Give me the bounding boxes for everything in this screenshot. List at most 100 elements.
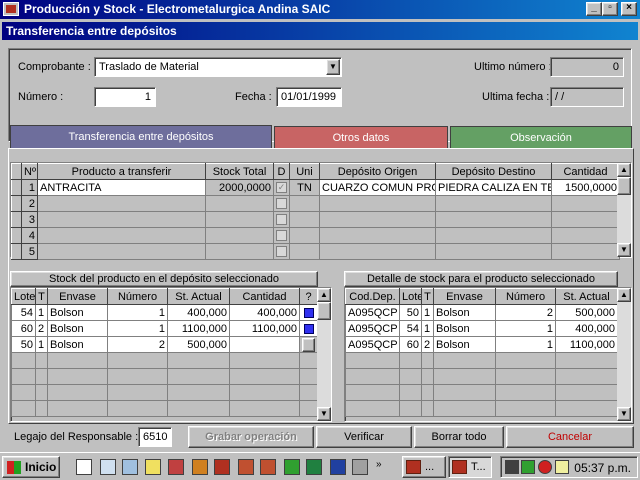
start-button[interactable]: Inicio	[2, 456, 60, 478]
cantidad-cell[interactable]: 1100,000	[229, 320, 300, 337]
col-question[interactable]: ?	[299, 288, 318, 305]
producto-cell[interactable]	[37, 243, 206, 260]
cantidad-cell[interactable]: 400,000	[229, 304, 300, 321]
minimize-button[interactable]: _	[586, 2, 602, 16]
table-row[interactable]: 54 1 Bolson 1 400,000 400,000	[11, 304, 318, 321]
legajo-input[interactable]: 6510	[138, 427, 172, 447]
producto-cell[interactable]: ANTRACITA	[37, 179, 206, 196]
verificar-button[interactable]: Verificar	[316, 426, 412, 448]
origen-cell[interactable]: CUARZO COMUN PRO	[319, 179, 436, 196]
col-producto[interactable]: Producto a transferir	[37, 163, 206, 180]
selected-indicator-icon[interactable]	[303, 307, 314, 318]
globe-icon[interactable]	[100, 459, 116, 475]
tab-observacion[interactable]: Observación	[450, 126, 632, 148]
col-cantidad[interactable]: Cantidad	[551, 163, 620, 180]
col-deposito-destino[interactable]: Depósito Destino	[435, 163, 552, 180]
numero-input[interactable]: 1	[94, 87, 156, 107]
volume-icon[interactable]	[555, 460, 569, 474]
fecha-input[interactable]: 01/01/1999	[276, 87, 342, 107]
scroll-down-icon[interactable]: ▼	[617, 243, 631, 257]
col-uni[interactable]: Uni	[289, 163, 320, 180]
scroll-down-icon[interactable]: ▼	[617, 407, 631, 421]
scroll-thumb[interactable]	[617, 177, 631, 195]
network-icon[interactable]	[122, 459, 138, 475]
col-st-actual[interactable]: St. Actual	[167, 288, 230, 305]
col-lote[interactable]: Lote	[11, 288, 36, 305]
fox-icon[interactable]	[260, 459, 276, 475]
table-row[interactable]: 5	[11, 243, 620, 260]
app-shortcut-icon[interactable]	[214, 459, 230, 475]
stock-scrollbar[interactable]: ▲ ▼	[317, 288, 331, 421]
edit-icon[interactable]	[76, 459, 92, 475]
borrar-todo-button[interactable]: Borrar todo	[414, 426, 504, 448]
col-lote[interactable]: Lote	[399, 288, 422, 305]
excel-icon[interactable]	[306, 459, 322, 475]
col-t[interactable]: T	[35, 288, 48, 305]
col-numero[interactable]: Número	[495, 288, 556, 305]
col-stock-total[interactable]: Stock Total	[205, 163, 274, 180]
scroll-up-icon[interactable]: ▲	[317, 288, 331, 302]
col-envase[interactable]: Envase	[433, 288, 496, 305]
comprobante-select[interactable]: Traslado de Material ▼	[94, 57, 342, 77]
col-d[interactable]: D	[273, 163, 290, 180]
table-row[interactable]: 1 ANTRACITA 2000,0000 ✓ TN CUARZO COMUN …	[11, 179, 620, 196]
restore-button[interactable]: ▫	[602, 2, 618, 16]
taskbar-task-2[interactable]: T...	[448, 456, 492, 478]
scroll-thumb[interactable]	[317, 302, 331, 320]
checkbox-icon[interactable]	[276, 214, 287, 226]
col-cantidad[interactable]: Cantidad	[229, 288, 300, 305]
windows-flag-icon[interactable]	[284, 459, 300, 475]
destino-cell[interactable]: PIEDRA CALIZA EN TE	[435, 179, 552, 196]
row-indicator[interactable]	[11, 179, 22, 196]
chevron-down-icon[interactable]: ▼	[326, 59, 340, 75]
document-icon[interactable]	[352, 459, 368, 475]
transfer-scrollbar[interactable]: ▲ ▼	[617, 163, 631, 257]
table-row[interactable]: 60 2 Bolson 1 1100,000 1100,000	[11, 320, 318, 337]
tab-transferencia[interactable]: Transferencia entre depósitos	[10, 125, 272, 149]
producto-cell[interactable]	[37, 211, 206, 228]
cantidad-cell[interactable]: 1500,0000	[551, 179, 620, 196]
table-row	[11, 400, 318, 417]
checkmark-icon[interactable]: ✓	[276, 182, 287, 194]
col-t[interactable]: T	[421, 288, 434, 305]
tray-app-icon[interactable]	[521, 460, 535, 474]
table-row[interactable]: 4	[11, 227, 620, 244]
cantidad-cell[interactable]	[229, 336, 300, 353]
col-deposito-origen[interactable]: Depósito Origen	[319, 163, 436, 180]
checkbox-icon[interactable]	[276, 246, 287, 258]
table-row[interactable]: 3	[11, 211, 620, 228]
table-row[interactable]: A095QCP 54 1 Bolson 1 400,000	[345, 320, 618, 337]
tools-icon[interactable]	[192, 459, 208, 475]
scroll-down-icon[interactable]: ▼	[317, 407, 331, 421]
table-row[interactable]: A095QCP 50 1 Bolson 2 500,000	[345, 304, 618, 321]
producto-cell[interactable]	[37, 227, 206, 244]
table-row[interactable]: 2	[11, 195, 620, 212]
scroll-up-icon[interactable]: ▲	[617, 163, 631, 177]
selected-indicator-icon[interactable]	[303, 323, 314, 334]
stop-icon[interactable]	[538, 460, 552, 474]
grabar-button[interactable]: Grabar operación	[188, 426, 314, 448]
more-icon[interactable]: »	[376, 459, 392, 475]
tray-app-icon[interactable]	[505, 460, 519, 474]
col-envase[interactable]: Envase	[47, 288, 108, 305]
cancelar-button[interactable]: Cancelar	[506, 426, 634, 448]
fox-icon[interactable]	[238, 459, 254, 475]
checkbox-icon[interactable]	[276, 230, 287, 242]
tab-otros-datos[interactable]: Otros datos	[274, 126, 448, 148]
word-icon[interactable]	[330, 459, 346, 475]
col-st-actual[interactable]: St. Actual	[555, 288, 618, 305]
scroll-up-icon[interactable]: ▲	[617, 288, 631, 302]
table-row[interactable]: 50 1 Bolson 2 500,000	[11, 336, 318, 353]
row-selector-button[interactable]	[302, 337, 315, 352]
close-button[interactable]: ×	[621, 2, 637, 16]
col-numero[interactable]: Número	[107, 288, 168, 305]
col-cod-dep[interactable]: Cod.Dep.	[345, 288, 400, 305]
taskbar-task-1[interactable]: ...	[402, 456, 446, 478]
col-num[interactable]: Nº	[21, 163, 38, 180]
detail-scrollbar[interactable]: ▲ ▼	[617, 288, 631, 421]
checkbox-icon[interactable]	[276, 198, 287, 210]
producto-cell[interactable]	[37, 195, 206, 212]
clock-app-icon[interactable]	[145, 459, 161, 475]
app-shortcut-icon[interactable]	[168, 459, 184, 475]
table-row[interactable]: A095QCP 60 2 Bolson 1 1100,000	[345, 336, 618, 353]
